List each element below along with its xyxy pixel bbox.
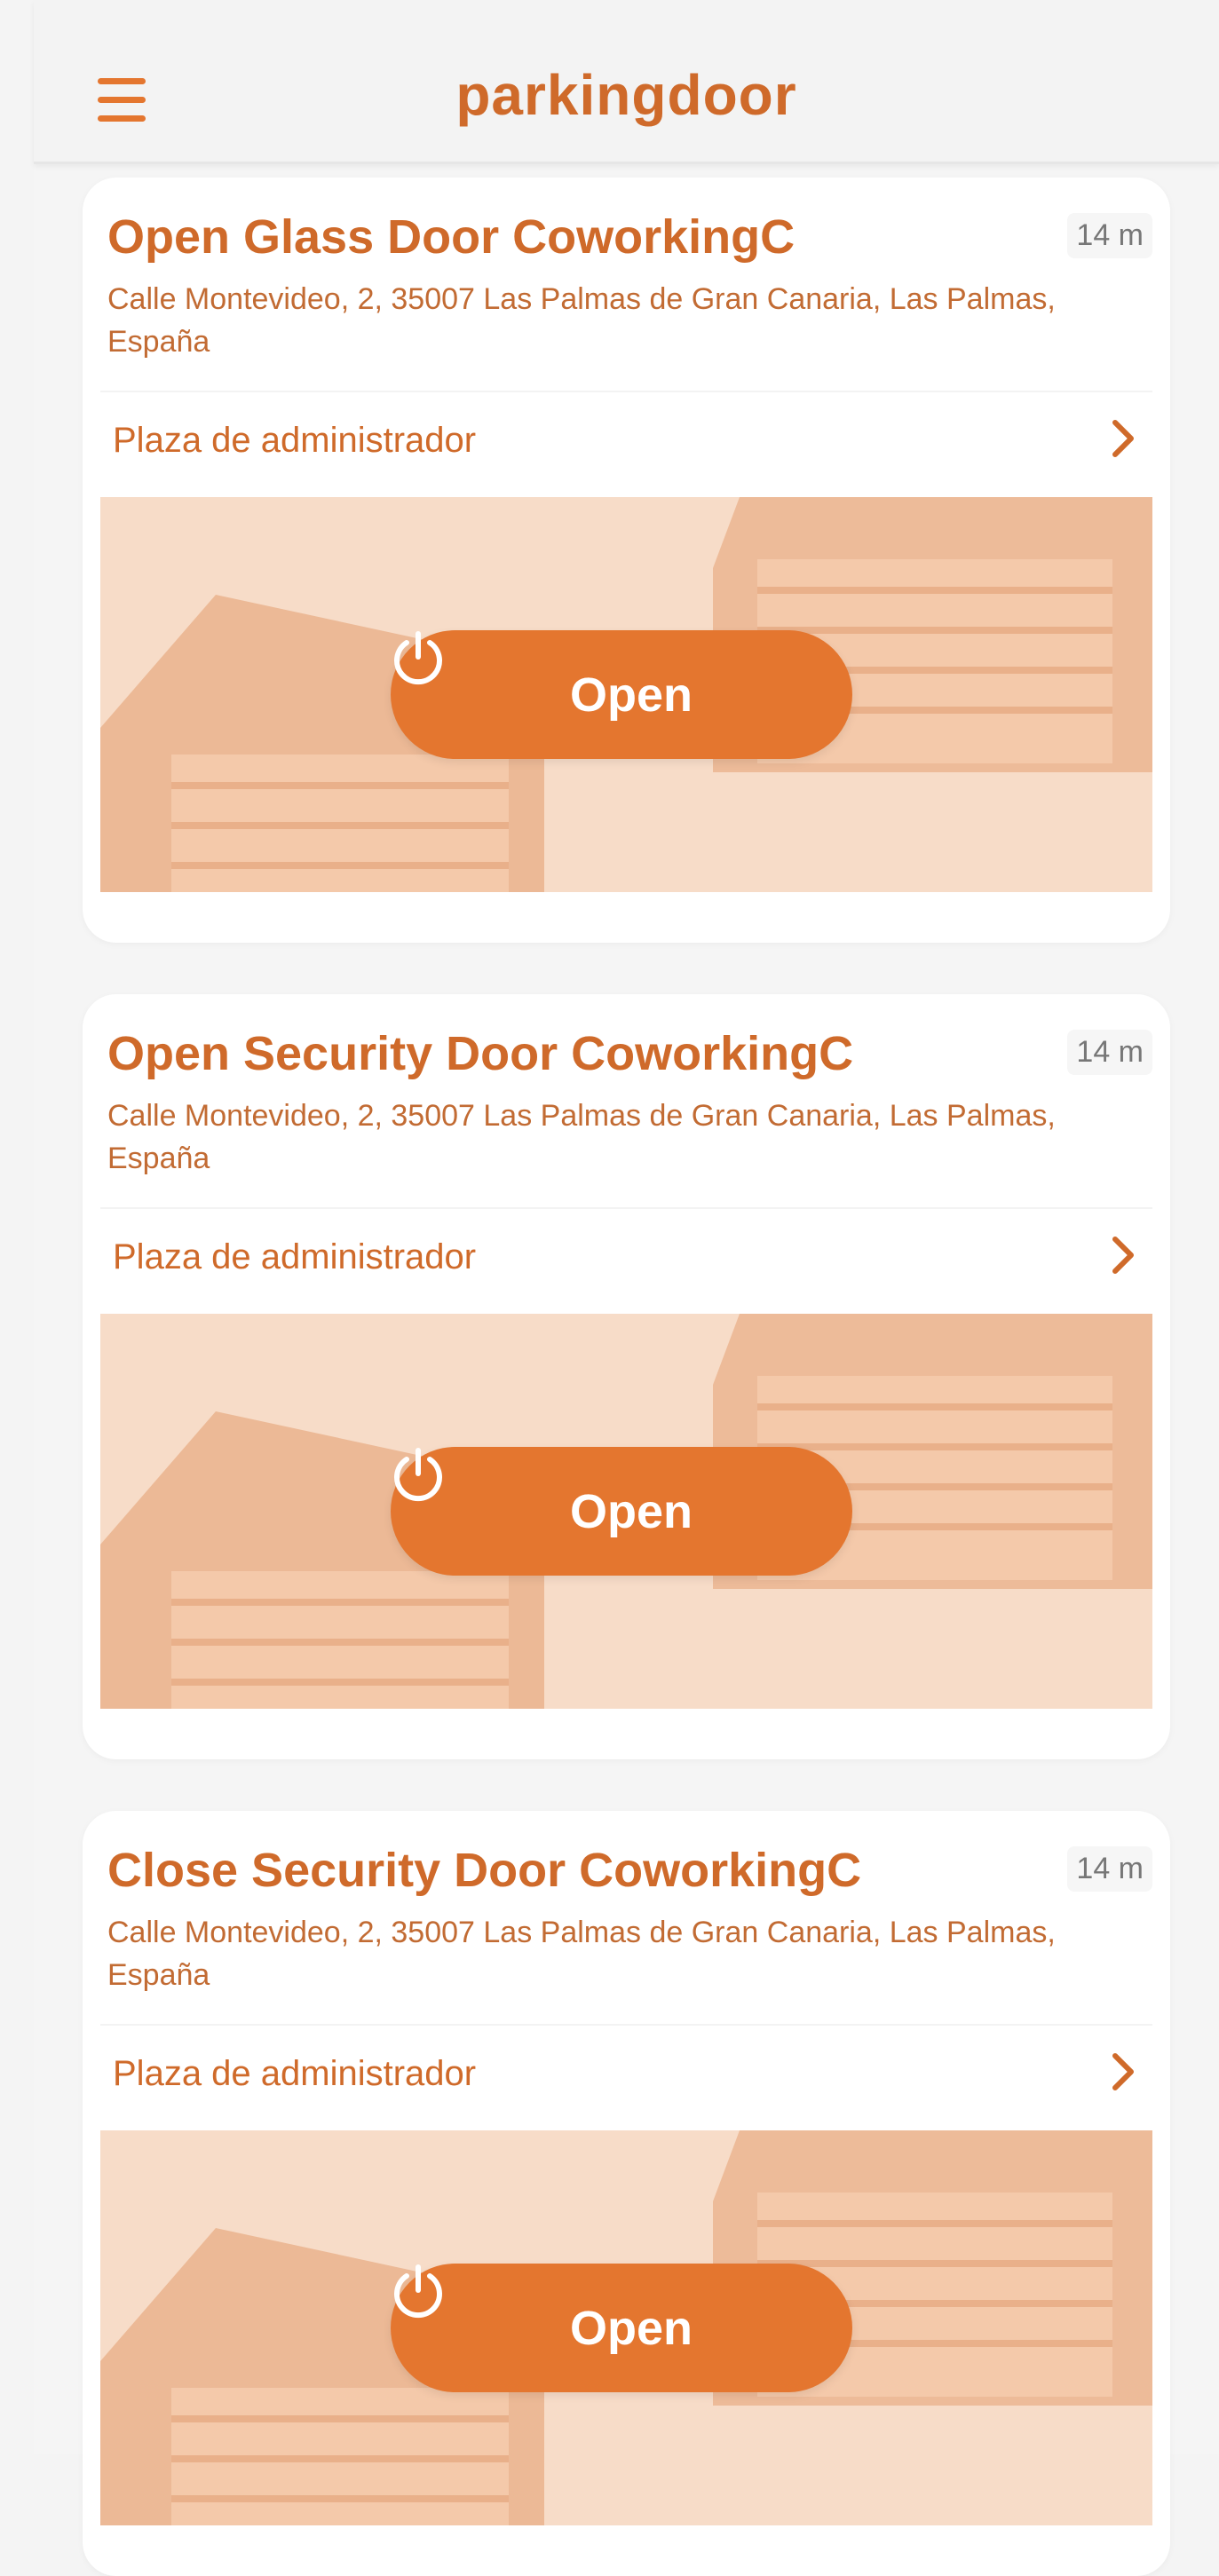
- distance-badge: 14 m: [1067, 1846, 1152, 1892]
- door-card: Open Glass Door CoworkingC 14 m Calle Mo…: [83, 178, 1170, 943]
- top-bar: parkingdoor: [34, 0, 1219, 164]
- parking-spot-row[interactable]: Plaza de administrador: [100, 2024, 1152, 2122]
- open-button-label: Open: [569, 668, 693, 722]
- open-door-button[interactable]: Open: [391, 1447, 852, 1576]
- door-title: Close Security Door CoworkingC: [107, 1844, 862, 1897]
- door-address: Calle Montevideo, 2, 35007 Las Palmas de…: [107, 1916, 1056, 1992]
- chevron-right-icon: [1112, 2053, 1134, 2090]
- parking-spot-label: Plaza de administrador: [113, 1237, 477, 1276]
- garage-illustration: Open: [100, 1314, 1152, 1709]
- app-screen: parkingdoor Open Glass Door CoworkingC 1…: [34, 0, 1219, 2576]
- garage-illustration: Open: [100, 2130, 1152, 2525]
- parking-spot-label: Plaza de administrador: [113, 421, 477, 460]
- garage-illustration: Open: [100, 497, 1152, 892]
- parking-spot-row[interactable]: Plaza de administrador: [100, 391, 1152, 488]
- door-card: Open Security Door CoworkingC 14 m Calle…: [83, 994, 1170, 1759]
- open-door-button[interactable]: Open: [391, 630, 852, 759]
- door-address: Calle Montevideo, 2, 35007 Las Palmas de…: [107, 1099, 1056, 1175]
- parking-spot-row[interactable]: Plaza de administrador: [100, 1207, 1152, 1305]
- power-icon: [394, 631, 442, 685]
- open-button-label: Open: [569, 1484, 693, 1538]
- door-title: Open Security Door CoworkingC: [107, 1027, 854, 1080]
- door-card: Close Security Door CoworkingC 14 m Call…: [83, 1811, 1170, 2576]
- chevron-right-icon: [1112, 420, 1134, 457]
- distance-badge: 14 m: [1067, 213, 1152, 258]
- distance-badge: 14 m: [1067, 1030, 1152, 1075]
- power-icon: [394, 1448, 442, 1502]
- power-icon: [394, 2264, 442, 2319]
- parking-spot-label: Plaza de administrador: [113, 2054, 477, 2093]
- open-door-button[interactable]: Open: [391, 2264, 852, 2392]
- door-title: Open Glass Door CoworkingC: [107, 210, 796, 264]
- door-address: Calle Montevideo, 2, 35007 Las Palmas de…: [107, 282, 1056, 359]
- brand-logo: parkingdoor: [455, 63, 797, 127]
- open-button-label: Open: [569, 2301, 693, 2355]
- chevron-right-icon: [1112, 1237, 1134, 1274]
